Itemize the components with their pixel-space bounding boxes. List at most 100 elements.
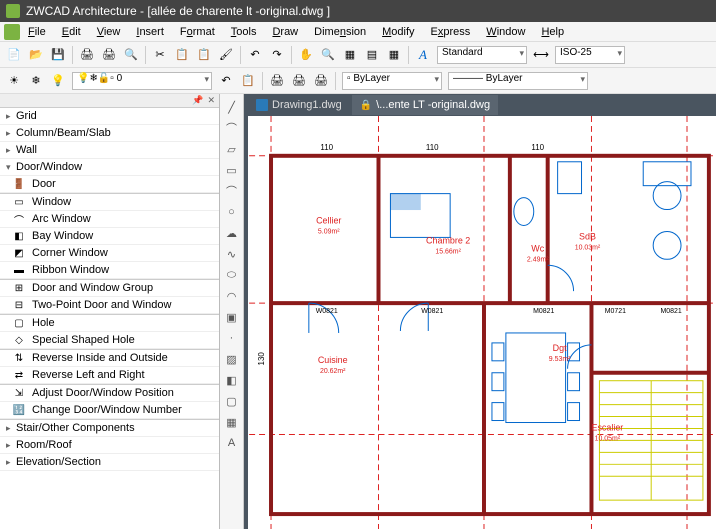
print-c-icon[interactable]: 🖨 [311, 71, 331, 91]
save-icon[interactable]: 💾 [48, 45, 68, 65]
preview-icon[interactable]: 🔍 [121, 45, 141, 65]
svg-text:M0821: M0821 [533, 308, 554, 315]
layer-combo[interactable]: 💡❄🔓▫ 0 [72, 72, 212, 90]
item-ribbon-window[interactable]: ▬Ribbon Window [0, 262, 219, 279]
zoom-icon[interactable]: 🔍 [318, 45, 338, 65]
cloud-icon[interactable]: ☁ [223, 224, 241, 242]
arc2-icon[interactable]: ⌒ [223, 182, 241, 200]
item-arc-window[interactable]: ⌒Arc Window [0, 211, 219, 228]
freeze-icon[interactable]: ❄ [26, 71, 46, 91]
svg-text:Wc: Wc [531, 243, 544, 253]
hatch-icon[interactable]: ▨ [223, 350, 241, 368]
tab-drawing1[interactable]: Drawing1.dwg [248, 95, 350, 115]
item-door-and-window-group[interactable]: ⊞Door and Window Group [0, 280, 219, 297]
pin-icon[interactable]: 📌 [192, 95, 203, 106]
pline-icon[interactable]: ⌒ [223, 119, 241, 137]
circle-icon[interactable]: ○ [223, 203, 241, 221]
menu-help[interactable]: Help [533, 24, 572, 40]
menu-express[interactable]: Express [423, 24, 479, 40]
tree-column-beam-slab[interactable]: ▸Column/Beam/Slab [0, 125, 219, 142]
dim-style-icon[interactable]: ⟷ [531, 45, 551, 65]
lock-icon: 🔒 [360, 100, 372, 111]
tree-room-roof[interactable]: ▸Room/Roof [0, 437, 219, 454]
table-icon[interactable]: ▦ [223, 413, 241, 431]
menu-tools[interactable]: Tools [223, 24, 265, 40]
redo-icon[interactable]: ↷ [267, 45, 287, 65]
menu-edit[interactable]: Edit [54, 24, 89, 40]
addtext-icon[interactable]: A [223, 434, 241, 452]
item-corner-window[interactable]: ◩Corner Window [0, 245, 219, 262]
match-icon[interactable]: 🖌 [216, 45, 236, 65]
app-menu-icon[interactable] [4, 24, 20, 40]
print-a-icon[interactable]: 🖨 [267, 71, 287, 91]
earc-icon[interactable]: ◠ [223, 287, 241, 305]
svg-text:SdB: SdB [579, 231, 596, 241]
tab-charente[interactable]: 🔒 \...ente LT -original.dwg [352, 95, 498, 115]
svg-text:W0821: W0821 [316, 308, 338, 315]
menu-dimension[interactable]: Dimension [306, 24, 374, 40]
item-adjust-door-window-position[interactable]: ⇲Adjust Door/Window Position [0, 385, 219, 402]
color-combo[interactable]: ▫ ByLayer [342, 72, 442, 90]
close-icon[interactable]: ✕ [207, 95, 215, 106]
toolbar-main: 📄 📂 💾 🖨 🖨 🔍 ✂ 📋 📋 🖌 ↶ ↷ ✋ 🔍 ▦ ▤ ▦ A Stan… [0, 42, 716, 68]
item-two-point-door-and-window[interactable]: ⊟Two-Point Door and Window [0, 297, 219, 314]
tree-stair-other-components[interactable]: ▸Stair/Other Components [0, 420, 219, 437]
text-style-combo[interactable]: Standard [437, 46, 527, 64]
item-door[interactable]: 🚪Door [0, 176, 219, 193]
menu-format[interactable]: Format [172, 24, 223, 40]
on-icon[interactable]: 💡 [48, 71, 68, 91]
svg-text:9.53m²: 9.53m² [549, 356, 571, 363]
menu-draw[interactable]: Draw [264, 24, 306, 40]
region-icon[interactable]: ▢ [223, 392, 241, 410]
text-style-icon[interactable]: A [413, 45, 433, 65]
tree-door-window[interactable]: ▾Door/Window [0, 159, 219, 176]
new-icon[interactable]: 📄 [4, 45, 24, 65]
undo-icon[interactable]: ↶ [245, 45, 265, 65]
layers-icon[interactable]: ☀ [4, 71, 24, 91]
layer-icon[interactable]: ▦ [340, 45, 360, 65]
point-icon[interactable]: · [223, 329, 241, 347]
svg-text:110: 110 [426, 143, 439, 152]
dim-style-combo[interactable]: ISO-25 [555, 46, 625, 64]
menu-window[interactable]: Window [478, 24, 533, 40]
tool-icon[interactable]: ▦ [384, 45, 404, 65]
paste-icon[interactable]: 📋 [194, 45, 214, 65]
item-hole[interactable]: ▢Hole [0, 315, 219, 332]
svg-text:110: 110 [320, 143, 333, 152]
item-reverse-inside-and-outside[interactable]: ⇅Reverse Inside and Outside [0, 350, 219, 367]
block-icon[interactable]: ▣ [223, 308, 241, 326]
poly-icon[interactable]: ▱ [223, 140, 241, 158]
plot-icon[interactable]: 🖨 [99, 45, 119, 65]
item-window[interactable]: ▭Window [0, 194, 219, 211]
menu-view[interactable]: View [89, 24, 129, 40]
ltype-combo[interactable]: ——— ByLayer [448, 72, 588, 90]
layer-prev-icon[interactable]: ↶ [216, 71, 236, 91]
ellipse-icon[interactable]: ⬭ [223, 266, 241, 284]
open-icon[interactable]: 📂 [26, 45, 46, 65]
item-bay-window[interactable]: ◧Bay Window [0, 228, 219, 245]
line-icon[interactable]: ╱ [223, 98, 241, 116]
sidebar-head: 📌 ✕ [0, 94, 219, 108]
item-special-shaped-hole[interactable]: ◇Special Shaped Hole [0, 332, 219, 349]
menu-insert[interactable]: Insert [128, 24, 172, 40]
menu-modify[interactable]: Modify [374, 24, 422, 40]
props-icon[interactable]: ▤ [362, 45, 382, 65]
layer-state-icon[interactable]: 📋 [238, 71, 258, 91]
tree-elevation-section[interactable]: ▸Elevation/Section [0, 454, 219, 471]
print-icon[interactable]: 🖨 [77, 45, 97, 65]
tree-wall[interactable]: ▸Wall [0, 142, 219, 159]
drawing-canvas[interactable]: 110 110 110 130 W0821 W0821 M0821 M0721 … [248, 116, 716, 529]
item-change-door-window-number[interactable]: 🔢Change Door/Window Number [0, 402, 219, 419]
spline-icon[interactable]: ∿ [223, 245, 241, 263]
cut-icon[interactable]: ✂ [150, 45, 170, 65]
print-b-icon[interactable]: 🖨 [289, 71, 309, 91]
rect-icon[interactable]: ▭ [223, 161, 241, 179]
item-reverse-left-and-right[interactable]: ⇄Reverse Left and Right [0, 367, 219, 384]
copy-icon[interactable]: 📋 [172, 45, 192, 65]
sidebar: 📌 ✕ ▸Grid▸Column/Beam/Slab▸Wall▾Door/Win… [0, 94, 220, 529]
svg-text:M0721: M0721 [605, 308, 626, 315]
grad-icon[interactable]: ◧ [223, 371, 241, 389]
menu-file[interactable]: File [20, 24, 54, 40]
pan-icon[interactable]: ✋ [296, 45, 316, 65]
tree-grid[interactable]: ▸Grid [0, 108, 219, 125]
